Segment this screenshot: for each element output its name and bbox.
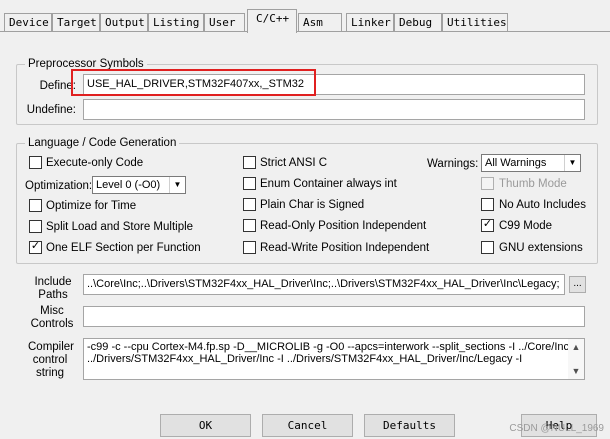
rw-position-checkbox[interactable] xyxy=(243,241,256,254)
tab-asm[interactable]: Asm xyxy=(298,13,342,32)
tab-debug[interactable]: Debug xyxy=(394,13,442,32)
thumb-mode-label: Thumb Mode xyxy=(499,178,567,190)
ro-position-label: Read-Only Position Independent xyxy=(260,220,427,232)
define-highlight-box xyxy=(71,69,316,96)
cancel-button[interactable]: Cancel xyxy=(262,414,353,437)
include-paths-input[interactable]: ..\Core\Inc;..\Drivers\STM32F4xx_HAL_Dri… xyxy=(83,274,565,295)
tab-baseline xyxy=(0,31,610,32)
tab-target[interactable]: Target xyxy=(52,13,100,32)
tab-utilities[interactable]: Utilities xyxy=(442,13,508,32)
strict-ansi-label: Strict ANSI C xyxy=(260,157,328,169)
optimization-value: Level 0 (-O0) xyxy=(96,179,161,191)
tab-listing[interactable]: Listing xyxy=(148,13,204,32)
no-auto-includes-label: No Auto Includes xyxy=(499,199,586,211)
gnu-extensions-checkbox[interactable] xyxy=(481,241,494,254)
ro-position-checkbox[interactable] xyxy=(243,219,256,232)
warnings-value: All Warnings xyxy=(485,157,547,169)
one-elf-checkbox[interactable]: ✓ xyxy=(29,240,42,254)
chevron-down-icon: ▼ xyxy=(169,177,185,193)
checkmark-icon: ✓ xyxy=(482,218,493,230)
include-label-1: Include xyxy=(34,276,72,288)
compiler-label-2: control xyxy=(32,354,68,366)
warnings-label: Warnings: xyxy=(427,158,479,170)
scroll-up-icon[interactable]: ▲ xyxy=(568,341,584,353)
tab-device[interactable]: Device xyxy=(4,13,52,32)
one-elf-label: One ELF Section per Function xyxy=(46,242,201,254)
enum-container-checkbox[interactable] xyxy=(243,177,256,190)
compiler-scrollbar[interactable]: ▲ ▼ xyxy=(568,339,584,379)
tab-user[interactable]: User xyxy=(204,13,245,32)
split-load-checkbox[interactable] xyxy=(29,220,42,233)
scroll-down-icon[interactable]: ▼ xyxy=(568,365,584,377)
define-label: Define: xyxy=(39,80,76,92)
compiler-control-string[interactable]: -c99 -c --cpu Cortex-M4.fp.sp -D__MICROL… xyxy=(83,338,585,380)
include-label-2: Paths xyxy=(38,289,68,301)
no-auto-includes-checkbox[interactable] xyxy=(481,198,494,211)
optimize-time-checkbox[interactable] xyxy=(29,199,42,212)
compiler-label-3: string xyxy=(35,367,65,379)
tab-output[interactable]: Output xyxy=(100,13,148,32)
misc-label-1: Misc xyxy=(40,305,64,317)
execute-only-checkbox[interactable] xyxy=(29,156,42,169)
optimization-select[interactable]: Level 0 (-O0) ▼ xyxy=(92,176,186,194)
optimize-time-label: Optimize for Time xyxy=(46,200,137,212)
compiler-line-1: -c99 -c --cpu Cortex-M4.fp.sp -D__MICROL… xyxy=(87,341,579,353)
thumb-mode-checkbox xyxy=(481,177,494,190)
gnu-extensions-label: GNU extensions xyxy=(499,242,583,254)
tab-linker[interactable]: Linker xyxy=(346,13,394,32)
undefine-label: Undefine: xyxy=(26,104,76,116)
compiler-label-1: Compiler xyxy=(28,341,75,353)
plain-char-checkbox[interactable] xyxy=(243,198,256,211)
watermark: CSDN @NULL_1969 xyxy=(509,423,604,434)
defaults-button[interactable]: Defaults xyxy=(364,414,455,437)
ok-button[interactable]: OK xyxy=(160,414,251,437)
c99-mode-checkbox[interactable]: ✓ xyxy=(481,218,494,232)
misc-controls-input[interactable] xyxy=(83,306,585,327)
checkmark-icon: ✓ xyxy=(30,240,41,252)
plain-char-label: Plain Char is Signed xyxy=(260,199,365,211)
execute-only-label: Execute-only Code xyxy=(46,157,144,169)
tab-c-cpp[interactable]: C/C++ xyxy=(247,9,297,33)
rw-position-label: Read-Write Position Independent xyxy=(260,242,430,254)
enum-container-label: Enum Container always int xyxy=(260,178,397,190)
split-load-label: Split Load and Store Multiple xyxy=(46,221,194,233)
optimization-label: Optimization: xyxy=(25,180,93,192)
include-paths-browse-button[interactable]: ... xyxy=(569,276,586,293)
language-title: Language / Code Generation xyxy=(25,136,180,150)
tab-strip: Device Target Output Listing User Asm Li… xyxy=(0,0,610,35)
strict-ansi-checkbox[interactable] xyxy=(243,156,256,169)
c99-mode-label: C99 Mode xyxy=(499,220,553,232)
warnings-select[interactable]: All Warnings ▼ xyxy=(481,154,581,172)
undefine-input[interactable] xyxy=(83,99,585,120)
misc-label-2: Controls xyxy=(30,318,74,330)
chevron-down-icon: ▼ xyxy=(564,155,580,171)
compiler-line-2: ../Drivers/STM32F4xx_HAL_Driver/Inc -I .… xyxy=(87,353,523,365)
